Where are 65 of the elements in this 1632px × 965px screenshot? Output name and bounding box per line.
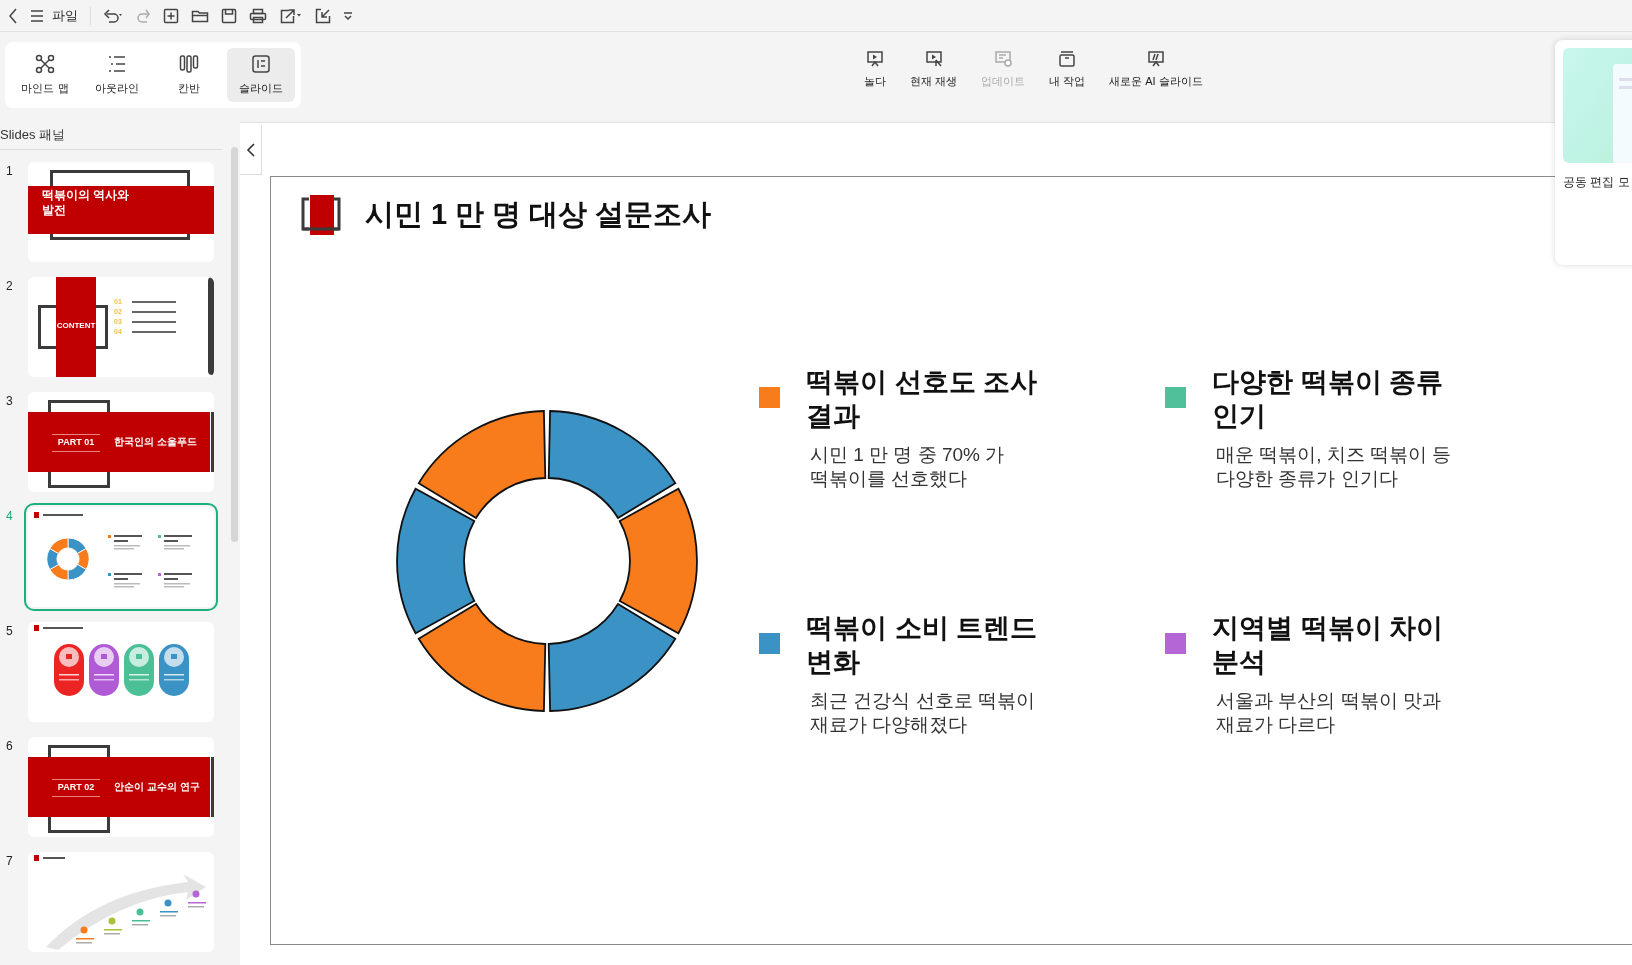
file-menu[interactable]: 파일 — [52, 5, 78, 26]
thumbnail-title: CONTENT — [55, 321, 97, 331]
toolbar-button[interactable]: 놀다 — [860, 50, 890, 90]
legend-text: 서울과 부산의 떡볶이 맛과 재료가 다르다 — [1215, 688, 1442, 737]
legend-title: 떡볶이 소비 트렌드 변화 — [806, 611, 1038, 679]
presentation-icon — [1146, 50, 1165, 68]
slide-thumbnail[interactable] — [28, 622, 214, 722]
panel-title: Slides 패널 — [0, 127, 66, 142]
view-tab[interactable]: 슬라이드 — [227, 48, 295, 102]
legend-title: 다양한 떡볶이 종류 인기 — [1212, 365, 1444, 433]
slide-number: 1 — [5, 163, 14, 180]
slide-thumbnail[interactable]: 떡볶이의 역사와 발전 — [28, 162, 214, 262]
play-cursor-icon — [924, 50, 943, 68]
dropdown-icon[interactable] — [343, 10, 353, 21]
slide-number: 2 — [5, 278, 14, 295]
play-icon — [866, 50, 884, 68]
card-label: 공동 편집 모 — [1563, 174, 1631, 191]
slide-icon — [251, 53, 271, 74]
box-icon — [1058, 50, 1077, 68]
thumbnail-title: 떡볶이의 역사와 발전 — [42, 188, 131, 218]
thumbnail-title: 한국인의 소울푸드 — [114, 435, 197, 449]
collapse-button[interactable] — [240, 125, 262, 175]
menu-icon[interactable] — [30, 9, 44, 22]
slide-thumbnail[interactable]: PART 01 한국인의 소울푸드 — [28, 392, 214, 492]
toolbar-button[interactable]: 현재 재생 — [906, 50, 962, 90]
legend-title: 떡볶이 선호도 조사 결과 — [806, 365, 1038, 433]
print-icon[interactable] — [249, 7, 267, 24]
text-line — [131, 330, 176, 333]
side-card[interactable]: 공동 편집 모 — [1555, 40, 1632, 265]
scrollbar[interactable] — [231, 147, 238, 542]
part-label: PART 02 — [56, 781, 96, 794]
legend-text: 최근 건강식 선호로 떡볶이 재료가 다양해졌다 — [809, 688, 1036, 737]
list-icon — [107, 53, 127, 74]
save-icon[interactable] — [221, 7, 237, 24]
view-tab[interactable]: 칸반 — [155, 48, 223, 102]
add-icon[interactable] — [163, 7, 179, 24]
text-line — [131, 310, 176, 313]
export-icon[interactable] — [279, 7, 303, 24]
kanban-icon — [179, 53, 199, 74]
legend-title: 지역별 떡볶이 차이 분석 — [1212, 611, 1444, 679]
legend-text: 매운 떡볶이, 치즈 떡볶이 등 다양한 종류가 인기다 — [1215, 442, 1453, 491]
slide-number: 4 — [5, 508, 14, 525]
view-tab[interactable]: 아웃라인 — [83, 48, 151, 102]
slide-number: 5 — [5, 623, 14, 640]
slide-thumbnail[interactable]: PART 02 안순이 교수의 연구 — [28, 737, 214, 837]
refresh-icon — [994, 50, 1013, 68]
slide-thumbnail[interactable] — [28, 852, 214, 952]
thumbnail-title: 안순이 교수의 연구 — [114, 780, 200, 794]
slide-number: 3 — [5, 393, 14, 410]
chevron-left-icon — [245, 142, 256, 157]
text-line — [131, 300, 176, 303]
toolbar-button[interactable]: 내 작업 — [1045, 50, 1090, 90]
toolbar-button[interactable]: 새로운 AI 슬라이드 — [1105, 50, 1207, 90]
text-line — [131, 320, 176, 323]
mind-map-icon — [35, 53, 55, 74]
back-icon[interactable] — [8, 7, 18, 24]
slide-number: 6 — [5, 738, 14, 755]
part-label: PART 01 — [56, 436, 96, 449]
undo-icon[interactable] — [103, 7, 125, 24]
title-mark-icon — [301, 194, 341, 235]
slide-title: 시민 1 만 명 대상 설문조사 — [365, 197, 712, 232]
import-icon[interactable] — [315, 7, 331, 24]
legend-text: 시민 1 만 명 중 70% 가 떡볶이를 선호했다 — [809, 442, 1006, 491]
slide-number: 7 — [5, 853, 14, 870]
view-tab[interactable]: 마인드 맵 — [11, 48, 79, 102]
